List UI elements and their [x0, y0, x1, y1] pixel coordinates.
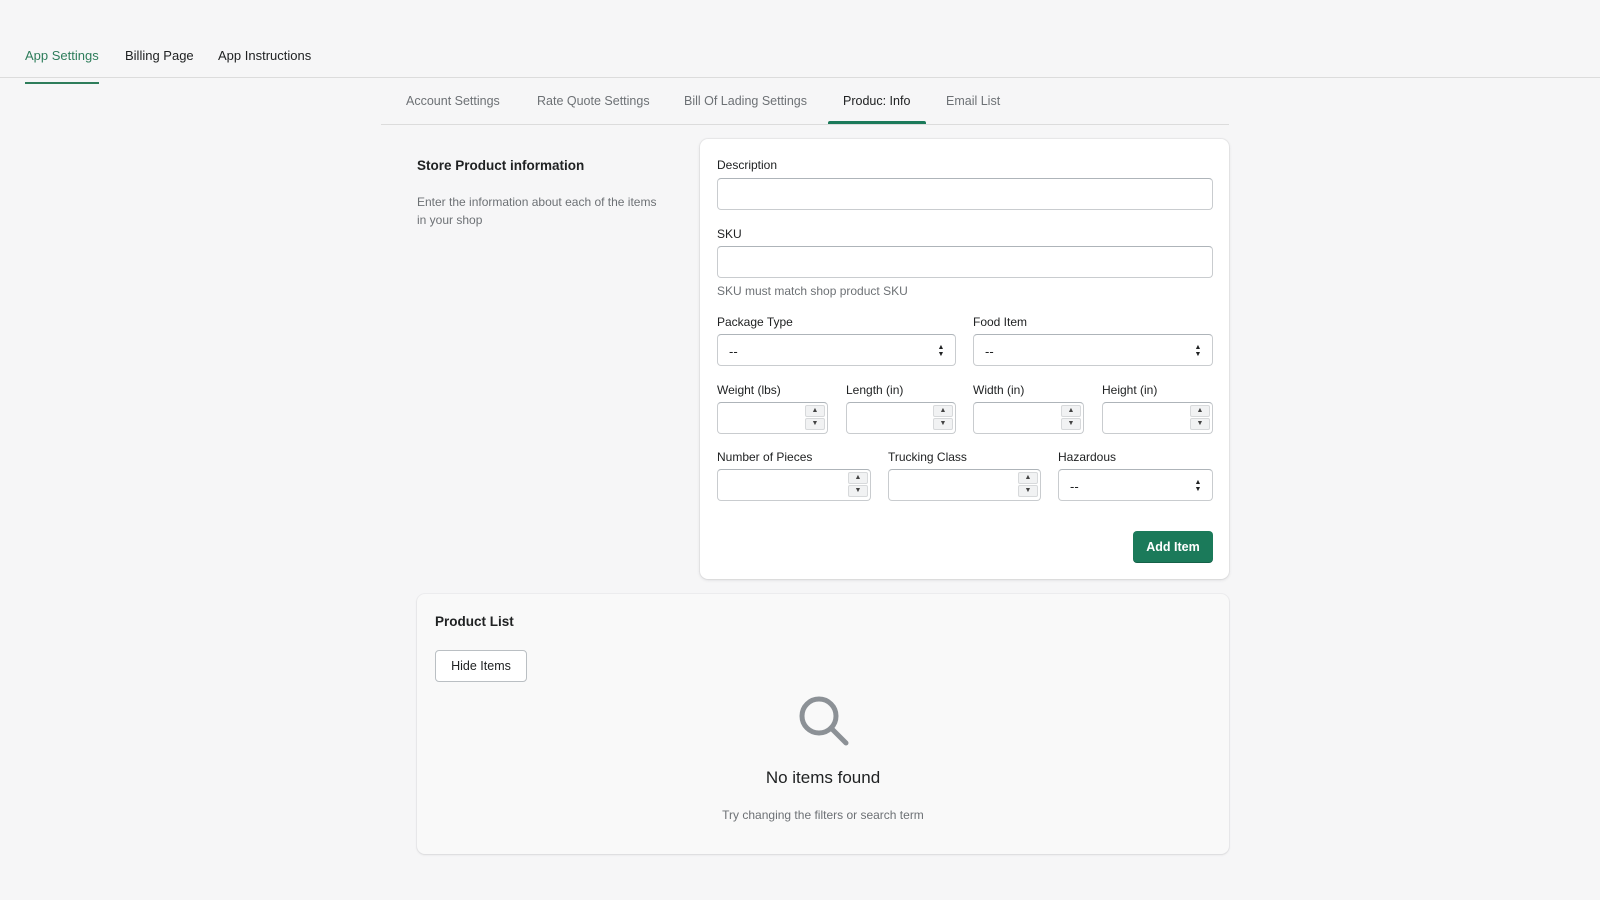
- length-label: Length (in): [846, 383, 904, 397]
- tab-app-instructions[interactable]: App Instructions: [218, 48, 311, 82]
- food-item-value: --: [985, 344, 994, 359]
- top-navigation: App Settings Billing Page App Instructio…: [0, 0, 1600, 84]
- description-field[interactable]: [717, 178, 1213, 210]
- height-stepper[interactable]: ▲ ▼: [1190, 405, 1210, 431]
- stepper-down-icon[interactable]: ▼: [1061, 418, 1081, 430]
- hazardous-value: --: [1070, 479, 1079, 494]
- pieces-stepper[interactable]: ▲ ▼: [848, 472, 868, 498]
- tab-app-settings[interactable]: App Settings: [25, 48, 99, 84]
- sku-help-text: SKU must match shop product SKU: [717, 284, 908, 298]
- chevron-up-down-icon: ▲ ▼: [937, 344, 945, 358]
- length-field[interactable]: ▲ ▼: [846, 402, 956, 434]
- subtab-rate-quote-settings[interactable]: Rate Quote Settings: [537, 94, 650, 108]
- stepper-up-icon[interactable]: ▲: [933, 405, 953, 417]
- stepper-down-icon[interactable]: ▼: [1190, 418, 1210, 430]
- width-field[interactable]: ▲ ▼: [973, 402, 1084, 434]
- weight-field[interactable]: ▲ ▼: [717, 402, 828, 434]
- stepper-down-icon[interactable]: ▼: [1018, 485, 1038, 497]
- height-field[interactable]: ▲ ▼: [1102, 402, 1213, 434]
- empty-state-subtitle: Try changing the filters or search term: [722, 808, 924, 822]
- chevron-up-down-icon: ▲ ▼: [1194, 479, 1202, 493]
- product-list-card: Product List Hide Items No items found T…: [417, 594, 1229, 854]
- trucking-class-field[interactable]: ▲ ▼: [888, 469, 1041, 501]
- height-label: Height (in): [1102, 383, 1158, 397]
- subtab-account-settings[interactable]: Account Settings: [406, 94, 500, 108]
- package-type-label: Package Type: [717, 315, 793, 329]
- tab-billing-page[interactable]: Billing Page: [125, 48, 194, 82]
- stepper-down-icon[interactable]: ▼: [848, 485, 868, 497]
- stepper-down-icon[interactable]: ▼: [933, 418, 953, 430]
- package-type-value: --: [729, 344, 738, 359]
- product-list-title: Product List: [435, 614, 514, 629]
- description-input[interactable]: [718, 179, 1212, 209]
- active-tab-indicator: [828, 121, 926, 124]
- subtab-product-info[interactable]: Produc: Info: [843, 94, 910, 108]
- sku-field[interactable]: [717, 246, 1213, 278]
- pieces-field[interactable]: ▲ ▼: [717, 469, 871, 501]
- trucking-class-stepper[interactable]: ▲ ▼: [1018, 472, 1038, 498]
- pieces-label: Number of Pieces: [717, 450, 813, 464]
- description-label: Description: [717, 158, 778, 172]
- settings-subtabs: Account Settings Rate Quote Settings Bil…: [381, 78, 1229, 125]
- subtab-bill-of-lading-settings[interactable]: Bill Of Lading Settings: [684, 94, 807, 108]
- empty-state-title: No items found: [765, 768, 881, 787]
- hide-items-button[interactable]: Hide Items: [435, 650, 527, 682]
- sku-label: SKU: [717, 227, 742, 241]
- subtab-email-list[interactable]: Email List: [946, 94, 1000, 108]
- weight-label: Weight (lbs): [717, 383, 781, 397]
- add-item-button[interactable]: Add Item: [1133, 531, 1213, 563]
- stepper-down-icon[interactable]: ▼: [805, 418, 825, 430]
- weight-stepper[interactable]: ▲ ▼: [805, 405, 825, 431]
- stepper-up-icon[interactable]: ▲: [1061, 405, 1081, 417]
- sku-input[interactable]: [718, 247, 1212, 277]
- stepper-up-icon[interactable]: ▲: [848, 472, 868, 484]
- section-description: Enter the information about each of the …: [417, 195, 657, 227]
- hazardous-label: Hazardous: [1058, 450, 1117, 464]
- trucking-class-label: Trucking Class: [888, 450, 967, 464]
- stepper-up-icon[interactable]: ▲: [1018, 472, 1038, 484]
- chevron-up-down-icon: ▲ ▼: [1194, 344, 1202, 358]
- length-stepper[interactable]: ▲ ▼: [933, 405, 953, 431]
- width-label: Width (in): [973, 383, 1025, 397]
- hazardous-select[interactable]: -- ▲ ▼: [1058, 469, 1213, 501]
- search-icon: [799, 696, 849, 746]
- stepper-up-icon[interactable]: ▲: [1190, 405, 1210, 417]
- width-stepper[interactable]: ▲ ▼: [1061, 405, 1081, 431]
- stepper-up-icon[interactable]: ▲: [805, 405, 825, 417]
- food-item-label: Food Item: [973, 315, 1028, 329]
- food-item-select[interactable]: -- ▲ ▼: [973, 334, 1213, 366]
- section-title: Store Product information: [417, 158, 585, 173]
- package-type-select[interactable]: -- ▲ ▼: [717, 334, 956, 366]
